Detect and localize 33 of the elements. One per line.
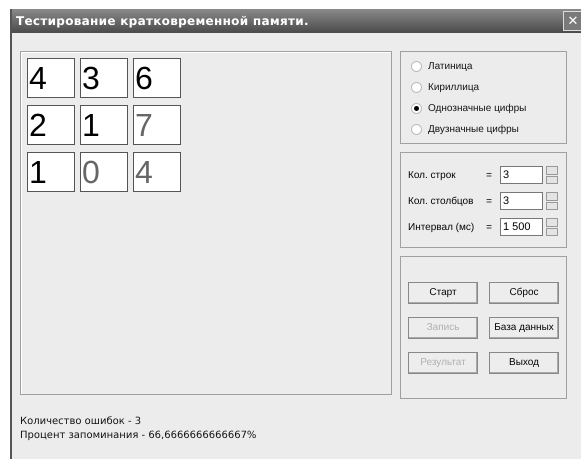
setting-label: Кол. столбцов: [408, 196, 474, 206]
equals-sign: =: [485, 170, 493, 180]
digit-cell: 4: [27, 58, 75, 98]
digit-cell: 2: [27, 105, 75, 145]
digit-cell: 0: [80, 152, 128, 192]
digit-cell: 7: [133, 105, 181, 145]
mode-radio[interactable]: Кириллица: [411, 79, 556, 95]
number-field[interactable]: 1 500: [500, 218, 543, 236]
result-text: Количество ошибок - 3: [20, 415, 142, 429]
action-button[interactable]: Сброс: [489, 282, 559, 304]
action-button[interactable]: Выход: [489, 352, 559, 374]
mode-radio[interactable]: Латиница: [411, 58, 556, 74]
digit-cell: 1: [80, 105, 128, 145]
digit-cell: 6: [133, 58, 181, 98]
window-title: Тестирование кратковременной памяти.: [16, 14, 309, 28]
spin-buttons[interactable]: [546, 166, 558, 184]
number-field[interactable]: 3: [500, 192, 543, 210]
spin-buttons[interactable]: [546, 218, 558, 236]
equals-sign: =: [485, 222, 493, 232]
digit-cell: 4: [133, 152, 181, 192]
number-field[interactable]: 3: [500, 166, 543, 184]
equals-sign: =: [485, 196, 493, 206]
mode-radio[interactable]: Двузначные цифры: [411, 121, 556, 137]
result-text: Процент запоминания - 66,6666666666667%: [20, 429, 258, 443]
action-button[interactable]: Старт: [408, 282, 478, 304]
setting-label: Интервал (мс): [408, 222, 476, 232]
digit-cell: 3: [80, 58, 128, 98]
action-button[interactable]: База данных: [489, 316, 559, 338]
digit-cell: 1: [27, 152, 75, 192]
spin-buttons[interactable]: [546, 192, 558, 210]
setting-label: Кол. строк: [408, 170, 457, 180]
close-button[interactable]: ✕: [563, 11, 581, 31]
mode-radio[interactable]: Однозначные цифры: [411, 100, 556, 116]
